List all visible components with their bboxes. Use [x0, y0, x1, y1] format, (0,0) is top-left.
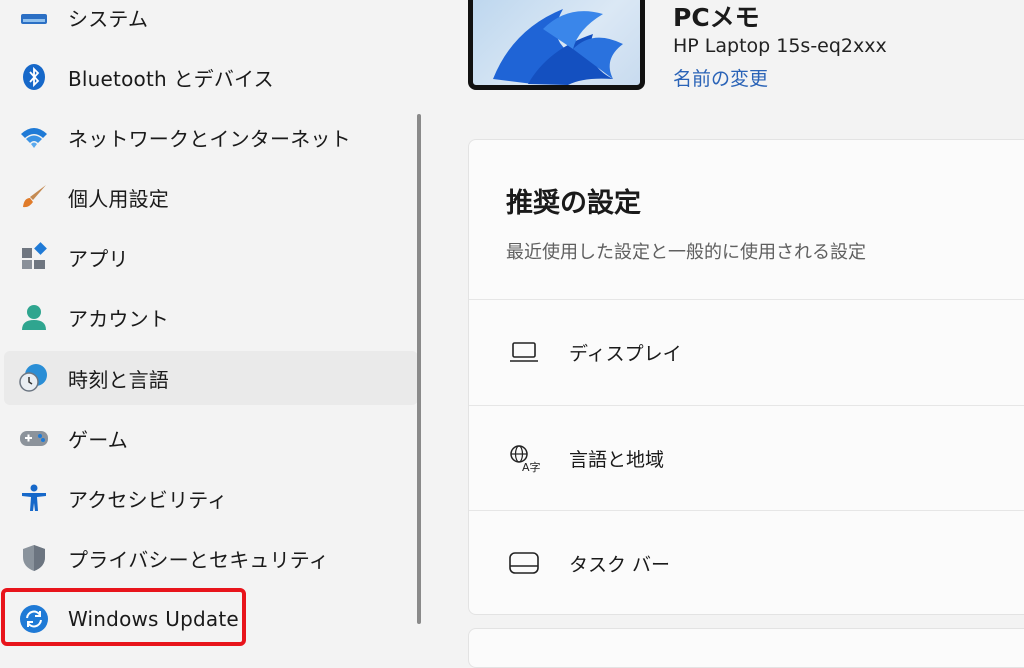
sidebar-item-label: アクセシビリティ [68, 487, 228, 512]
sidebar-item-network[interactable]: ネットワークとインターネット [4, 110, 418, 164]
sidebar-scrollbar[interactable] [417, 114, 421, 624]
sidebar-nav: システム Bluetooth とデバイス ネットワークとインターネット 個人用設… [0, 0, 425, 649]
taskbar-icon [507, 548, 541, 578]
setting-row-language-region[interactable]: A字 言語と地域 [469, 406, 1024, 510]
device-model: HP Laptop 15s-eq2xxx [673, 35, 887, 57]
sidebar-item-personalization[interactable]: 個人用設定 [4, 170, 418, 224]
sidebar-item-apps[interactable]: アプリ [4, 230, 418, 284]
sidebar-item-label: 個人用設定 [68, 186, 169, 211]
sidebar-item-label: アプリ [68, 246, 129, 271]
sidebar-item-label: プライバシーとセキュリティ [68, 547, 329, 572]
sidebar-item-windows-update[interactable]: Windows Update [4, 592, 418, 646]
device-name: PCメモ [673, 3, 760, 32]
sidebar-item-system[interactable]: システム [4, 0, 418, 44]
sidebar-item-gaming[interactable]: ゲーム [4, 411, 418, 465]
sidebar-item-time-language[interactable]: 時刻と言語 [4, 351, 418, 405]
sidebar-item-bluetooth[interactable]: Bluetooth とデバイス [4, 50, 418, 104]
gamepad-icon [18, 422, 50, 454]
device-wallpaper-thumbnail [468, 0, 645, 90]
rename-link[interactable]: 名前の変更 [673, 64, 768, 91]
apps-icon [18, 241, 50, 273]
sidebar-item-label: 時刻と言語 [68, 367, 169, 392]
display-icon [507, 337, 541, 367]
sidebar-item-label: システム [68, 6, 149, 31]
card-subtitle: 最近使用した設定と一般的に使用される設定 [506, 242, 866, 263]
account-icon [18, 301, 50, 333]
next-settings-card [468, 628, 1024, 668]
setting-row-display[interactable]: ディスプレイ [469, 300, 1024, 404]
sidebar-item-label: アカウント [68, 306, 169, 331]
svg-text:A字: A字 [522, 460, 540, 473]
wifi-icon [18, 121, 50, 153]
sidebar-item-label: ネットワークとインターネット [68, 126, 351, 151]
bluetooth-icon [18, 61, 50, 93]
accessibility-icon [18, 482, 50, 514]
sidebar-item-privacy-security[interactable]: プライバシーとセキュリティ [4, 531, 418, 585]
shield-icon [18, 542, 50, 574]
language-icon: A字 [507, 443, 541, 473]
setting-label: タスク バー [569, 553, 671, 576]
sidebar-item-accessibility[interactable]: アクセシビリティ [4, 471, 418, 525]
recommended-settings-card: 推奨の設定 最近使用した設定と一般的に使用される設定 ディスプレイ A字 言語と… [468, 139, 1024, 615]
sidebar-item-label: Windows Update [68, 607, 239, 631]
sidebar-item-label: Bluetooth とデバイス [68, 66, 274, 91]
card-title: 推奨の設定 [506, 188, 641, 219]
setting-label: 言語と地域 [569, 448, 665, 471]
setting-row-taskbar[interactable]: タスク バー [469, 511, 1024, 615]
paintbrush-icon [18, 181, 50, 213]
system-icon [18, 1, 50, 33]
sidebar-item-accounts[interactable]: アカウント [4, 290, 418, 344]
windows-update-icon [18, 603, 50, 635]
setting-label: ディスプレイ [569, 342, 682, 365]
sidebar-item-label: ゲーム [68, 427, 128, 452]
clock-globe-icon [18, 362, 50, 394]
